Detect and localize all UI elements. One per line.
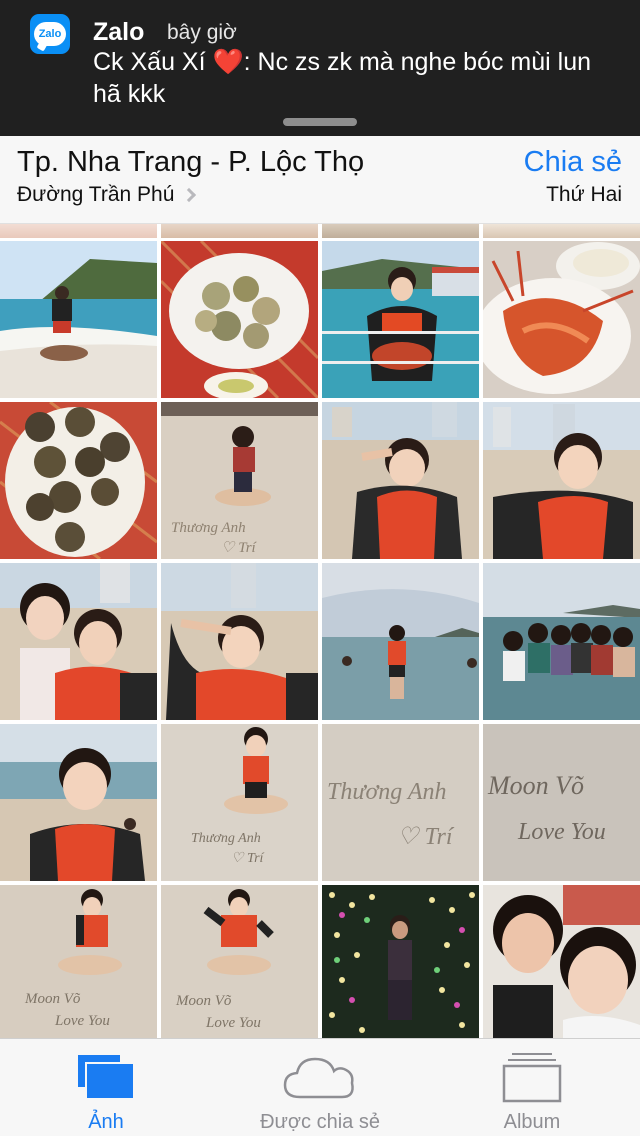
photo-thumbnail[interactable] — [161, 563, 318, 720]
location-header: Tp. Nha Trang - P. Lộc Thọ Chia sẻ Đường… — [0, 136, 640, 224]
street-link[interactable]: Đường Trần Phú — [17, 183, 197, 207]
photo-thumbnail[interactable]: Thương Anh ♡ Trí — [322, 724, 479, 881]
notification-banner[interactable]: Zalo Zalo bây giờ Ck Xấu Xí ❤️: Nc zs zk… — [0, 0, 640, 136]
tab-bar: Ảnh Được chia sẻ Album — [0, 1038, 640, 1136]
salute-pose-photo — [161, 563, 318, 720]
photo-thumbnail[interactable] — [483, 241, 640, 398]
photo-thumbnail[interactable] — [322, 402, 479, 559]
share-button[interactable]: Chia sẻ — [524, 146, 622, 179]
tab-album-label: Album — [503, 1111, 561, 1133]
lobster-boat-photo — [322, 241, 479, 398]
svg-text:♡ Trí: ♡ Trí — [397, 824, 455, 850]
chevron-right-icon — [182, 187, 197, 203]
beach-pose-photo — [0, 241, 157, 398]
photo-thumbnail-partial[interactable] — [161, 224, 318, 238]
photo-thumbnail[interactable] — [322, 241, 479, 398]
tab-photos-label: Ảnh — [88, 1111, 124, 1133]
cloud-icon — [283, 1057, 354, 1099]
friends-selfie-photo — [0, 563, 157, 720]
heart-icon: ❤️ — [212, 48, 244, 76]
svg-text:Love You: Love You — [205, 1015, 261, 1031]
street-label: Đường Trần Phú — [17, 183, 175, 206]
photo-thumbnail[interactable]: Thương Anh ♡ Trí — [161, 724, 318, 881]
svg-text:Thương Anh: Thương Anh — [191, 831, 261, 846]
sea-urchin-photo — [0, 402, 157, 559]
notification-app-name: Zalo — [93, 18, 145, 46]
notification-grabber[interactable] — [283, 118, 357, 126]
notification-message: Ck Xấu Xí ❤️: Nc zs zk mà nghe bóc mùi l… — [93, 46, 613, 110]
photo-thumbnail[interactable] — [483, 402, 640, 559]
photo-thumbnail[interactable] — [0, 402, 157, 559]
night-lights-photo — [322, 885, 479, 1038]
lobster-plate-photo — [483, 241, 640, 398]
photos-icon — [78, 1055, 135, 1100]
photo-thumbnail[interactable] — [161, 241, 318, 398]
cheek-hands-photo — [0, 724, 157, 881]
photo-thumbnail[interactable] — [0, 241, 157, 398]
svg-text:Love You: Love You — [517, 819, 606, 845]
svg-text:Thương Anh: Thương Anh — [327, 779, 446, 805]
group-sea-photo — [483, 563, 640, 720]
photo-thumbnail-partial[interactable] — [483, 224, 640, 238]
photo-thumbnail[interactable]: Moon Võ Love You — [483, 724, 640, 881]
svg-text:Moon Võ: Moon Võ — [175, 993, 232, 1009]
album-icon — [502, 1053, 562, 1103]
svg-text:♡ Trí: ♡ Trí — [231, 851, 265, 866]
photo-thumbnail[interactable] — [0, 724, 157, 881]
peace-sign-photo — [322, 402, 479, 559]
location-title: Tp. Nha Trang - P. Lộc Thọ — [17, 146, 365, 178]
sand-love-you-photo: Moon Võ Love You — [483, 724, 640, 881]
photo-thumbnail[interactable]: Moon Võ Love You — [161, 885, 318, 1038]
seafood-plate-photo — [161, 241, 318, 398]
sand-sitting-love-2-photo: Moon Võ Love You — [161, 885, 318, 1038]
notification-time: bây giờ — [167, 21, 237, 44]
photo-thumbnail[interactable] — [483, 885, 640, 1038]
sand-sitting-love-photo: Moon Võ Love You — [0, 885, 157, 1038]
sand-writing-pose-photo: Thương Anh ♡ Trí — [161, 724, 318, 881]
svg-text:Love You: Love You — [54, 1013, 110, 1029]
svg-text:Moon Võ: Moon Võ — [24, 991, 81, 1007]
sand-sitting-photo: Thương Anh ♡ Trí — [161, 402, 318, 559]
tab-shared[interactable]: Được chia sẻ — [230, 1039, 410, 1136]
svg-text:Thương Anh: Thương Anh — [171, 520, 246, 536]
photo-thumbnail-partial[interactable] — [0, 224, 157, 238]
couple-selfie-photo — [483, 885, 640, 1038]
chin-pose-photo — [483, 402, 640, 559]
photo-thumbnail[interactable] — [0, 563, 157, 720]
photo-thumbnail[interactable] — [322, 885, 479, 1038]
svg-text:Moon Võ: Moon Võ — [487, 771, 584, 800]
tab-album[interactable]: Album — [472, 1039, 592, 1136]
day-label: Thứ Hai — [546, 183, 622, 206]
tab-photos[interactable]: Ảnh — [46, 1039, 166, 1136]
photo-thumbnail[interactable]: Thương Anh ♡ Trí — [161, 402, 318, 559]
tab-shared-label: Được chia sẻ — [260, 1111, 380, 1133]
svg-text:♡ Trí: ♡ Trí — [221, 540, 258, 556]
sand-writing-photo: Thương Anh ♡ Trí — [322, 724, 479, 881]
photo-thumbnail[interactable] — [483, 563, 640, 720]
notification-sender: Ck Xấu Xí — [93, 48, 206, 76]
photo-thumbnail[interactable]: Moon Võ Love You — [0, 885, 157, 1038]
photo-grid: Thương Anh ♡ Trí Thương Anh ♡ Trí Thương… — [0, 224, 640, 1038]
sea-standing-photo — [322, 563, 479, 720]
zalo-app-icon: Zalo — [30, 14, 70, 54]
photo-thumbnail[interactable] — [322, 563, 479, 720]
photo-thumbnail-partial[interactable] — [322, 224, 479, 238]
